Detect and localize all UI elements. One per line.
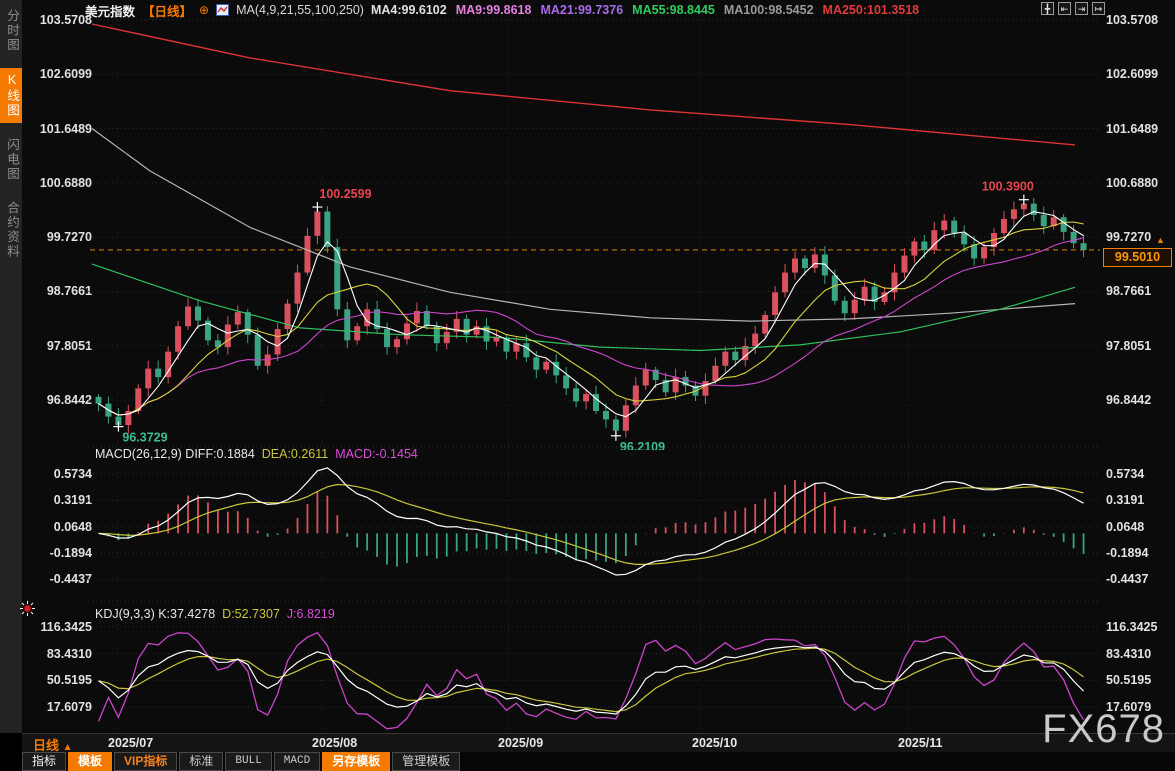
macd-diff-label: MACD(26,12,9) DIFF:0.1884: [95, 447, 255, 461]
chart-style-icon[interactable]: [216, 4, 230, 16]
move-chart-icon[interactable]: ╋: [1041, 2, 1054, 15]
month-label: 2025/08: [312, 736, 358, 750]
toolbar-tab[interactable]: 管理模板: [392, 752, 461, 771]
sidebar-tab[interactable]: 合约资料: [0, 196, 22, 264]
ma-params-label: MA(4,9,21,55,100,250): [236, 3, 364, 17]
month-label: 2025/10: [692, 736, 738, 750]
ma-value-label: MA4:99.6102: [370, 3, 447, 17]
toolbar-tab[interactable]: 另存模板: [322, 752, 391, 771]
last-price-tag: 99.5010: [1103, 247, 1172, 267]
period-tag: 【日线】: [142, 4, 193, 19]
kdj-d-label: D:52.7307: [222, 607, 280, 621]
time-axis-row: 日线 ▲ 2025/07 2025/08 2025/09 2025/10 2025/11: [0, 733, 1175, 753]
svg-text:96.3729: 96.3729: [122, 431, 167, 445]
sidebar-tab[interactable]: K线图: [0, 67, 22, 123]
toolbar-tab[interactable]: 标准: [179, 752, 224, 771]
toolbar-tab[interactable]: VIP指标: [114, 752, 178, 771]
marker-sun-icon[interactable]: [19, 600, 36, 617]
scale-left-icon[interactable]: ⇤: [1058, 2, 1071, 15]
svg-text:100.3900: 100.3900: [982, 180, 1034, 194]
chart-tool-icons: ╋ ⇤ ⇥ ↦: [1041, 2, 1105, 15]
shift-right-icon[interactable]: ↦: [1092, 2, 1105, 15]
chart-header: 美元指数 【日线】 ⊕ MA(4,9,21,55,100,250) MA4:99…: [85, 1, 928, 19]
toolbar-tab[interactable]: 模板: [68, 752, 113, 771]
sidebar-tab[interactable]: 闪电图: [0, 133, 22, 187]
trading-app-window: 100.2599 100.3900 96.3729 96.2109 分时图 K线图闪电图…: [0, 0, 1175, 771]
circle-plus-icon[interactable]: ⊕: [199, 3, 209, 17]
ma-value-label: MA21:99.7376: [540, 3, 624, 17]
bottom-toolbar: 指标 模板 VIP指标 标准 BULL MACD 另存模板 管理模板: [0, 752, 1175, 771]
toolbar-tab[interactable]: MACD: [273, 752, 321, 771]
price-chart-canvas[interactable]: 100.2599 100.3900 96.3729 96.2109: [0, 0, 1175, 771]
toolbar-tab[interactable]: BULL: [225, 752, 272, 771]
kdj-k-label: KDJ(9,3,3) K:37.4278: [95, 607, 216, 621]
left-sidebar: 分时图 K线图闪电图合约资料: [0, 0, 22, 733]
symbol-title: 美元指数: [85, 4, 136, 19]
macd-pane-header: MACD(26,12,9) DIFF:0.1884 DEA:0.2611 MAC…: [95, 447, 418, 461]
ma-value-label: MA55:98.8445: [632, 3, 715, 17]
scale-right-icon[interactable]: ⇥: [1075, 2, 1088, 15]
ma-values: MA4:99.6102 MA9:99.8618 MA21:99.7376 MA55:9…: [371, 3, 928, 17]
macd-dea-label: DEA:0.2611: [261, 447, 329, 461]
month-label: 2025/09: [498, 736, 544, 750]
macd-hist-label: MACD:-0.1454: [335, 447, 418, 461]
svg-text:96.2109: 96.2109: [620, 440, 665, 454]
ma-value-label: MA100:98.5452: [723, 3, 814, 17]
kdj-pane-header: KDJ(9,3,3) K:37.4278 D:52.7307 J:6.8219: [95, 607, 335, 621]
kdj-j-label: J:6.8219: [286, 607, 335, 621]
ma-value-label: MA250:101.3518: [822, 3, 920, 17]
svg-text:100.2599: 100.2599: [319, 187, 371, 201]
toolbar-tab[interactable]: 指标: [22, 752, 67, 771]
month-label: 2025/07: [108, 736, 154, 750]
ma-value-label: MA9:99.8618: [455, 3, 532, 17]
fx678-watermark: FX678: [1042, 707, 1165, 751]
price-up-arrow-icon: ▲: [1156, 234, 1165, 245]
sidebar-tab[interactable]: 分时图: [0, 4, 22, 58]
corner-block: [0, 733, 22, 771]
month-label: 2025/11: [898, 736, 943, 750]
